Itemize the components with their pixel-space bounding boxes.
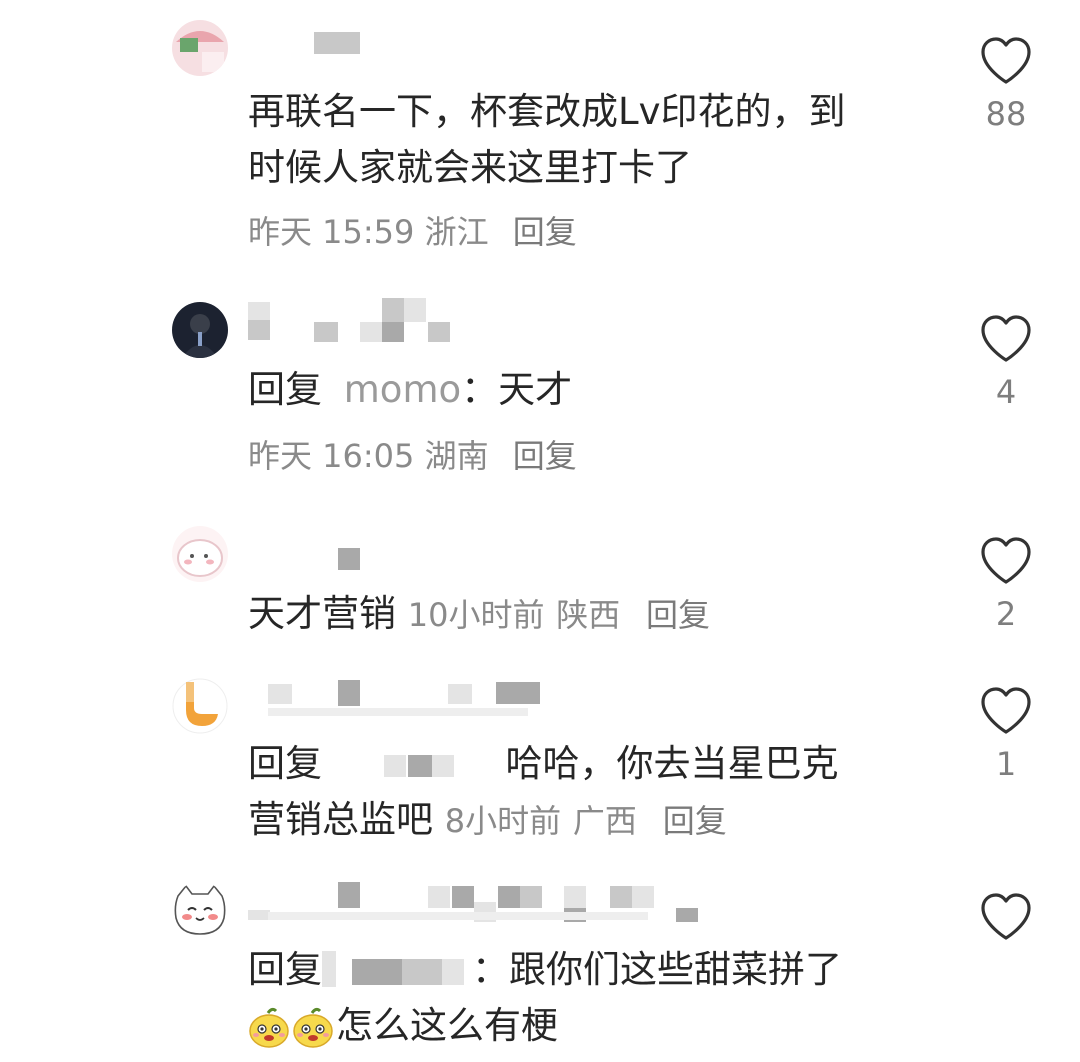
like-button[interactable]: 88: [978, 36, 1034, 132]
avatar[interactable]: [172, 302, 228, 358]
username-blurred[interactable]: [248, 540, 368, 580]
heart-outline-icon: [981, 315, 1031, 362]
like-button[interactable]: [978, 892, 1034, 942]
comment-text-line: 时候人家就会来这里打卡了: [248, 146, 692, 189]
comment-text: 再联名一下，杯套改成Lv印花的，到 时候人家就会来这里打卡了: [248, 84, 846, 196]
comment-text: 回复 ：跟你们这些甜菜拼了 怎么这么有梗: [248, 942, 842, 1054]
comment-region: 湖南: [424, 437, 489, 475]
avatar[interactable]: [172, 526, 228, 582]
comment-region: 陕西: [556, 596, 621, 634]
comment-text-line: 怎么这么有梗: [336, 1004, 558, 1047]
mention-username-blurred[interactable]: [334, 751, 494, 781]
reply-button[interactable]: 回复: [513, 213, 577, 251]
reply-prefix: 回复: [248, 948, 322, 991]
comment-text-line: 营销总监吧: [248, 798, 433, 841]
reply-button[interactable]: 回复: [646, 596, 710, 634]
comment-time: 昨天 15:59: [248, 213, 415, 251]
yellow-face-emoji-icon: [249, 1007, 289, 1048]
reply-prefix: 回复: [248, 368, 322, 411]
avatar[interactable]: [172, 20, 228, 76]
like-button[interactable]: 1: [978, 686, 1034, 782]
comment-time: 8小时前: [444, 802, 562, 840]
colon: ：: [461, 368, 499, 411]
reply-button[interactable]: 回复: [663, 802, 727, 840]
heart-outline-icon: [981, 893, 1031, 940]
comment-meta: 昨天 16:05 湖南 回复: [248, 434, 577, 478]
username-blurred[interactable]: [248, 298, 458, 348]
comment-text: 回复 momo：天才: [248, 362, 572, 418]
comment-text-line: 天才: [498, 368, 573, 411]
comment-region: 广西: [572, 802, 637, 840]
reply-button[interactable]: 回复: [513, 437, 577, 475]
avatar[interactable]: [172, 678, 228, 734]
mention-username[interactable]: momo: [344, 368, 461, 411]
avatar[interactable]: [172, 882, 228, 938]
like-count: 88: [985, 95, 1027, 133]
comment-text-line: 哈哈，你去当星巴克: [505, 742, 839, 785]
comment-text-line: 跟你们这些甜菜拼了: [509, 948, 842, 991]
username-blurred[interactable]: [248, 680, 548, 720]
comment-time: 10小时前: [407, 596, 545, 634]
comment-text: 天才营销 10小时前 陕西 回复: [248, 586, 710, 643]
comment-text: 回复 哈哈，你去当星巴克 营销总监吧 8小时前 广西 回复: [248, 736, 839, 849]
heart-outline-icon: [981, 687, 1031, 734]
comment-text-line: 再联名一下，杯套改成Lv印花的，到: [248, 90, 846, 133]
reply-prefix: 回复: [248, 742, 322, 785]
colon: ：: [472, 948, 509, 991]
comment-text-line: 天才营销: [248, 592, 396, 635]
username-blurred[interactable]: [248, 882, 708, 926]
comment-region: 浙江: [424, 213, 489, 251]
heart-outline-icon: [981, 537, 1031, 584]
heart-outline-icon: [981, 37, 1031, 84]
mention-username-blurred[interactable]: [322, 950, 472, 987]
like-count: 1: [995, 745, 1017, 783]
username-blurred[interactable]: [248, 28, 368, 68]
like-count: 4: [995, 373, 1017, 411]
comment-meta: 昨天 15:59 浙江 回复: [248, 210, 577, 254]
comment-time: 昨天 16:05: [248, 437, 415, 475]
yellow-face-emoji-icon: [293, 1007, 333, 1048]
like-count: 2: [995, 595, 1017, 633]
like-button[interactable]: 2: [978, 536, 1034, 632]
like-button[interactable]: 4: [978, 314, 1034, 410]
